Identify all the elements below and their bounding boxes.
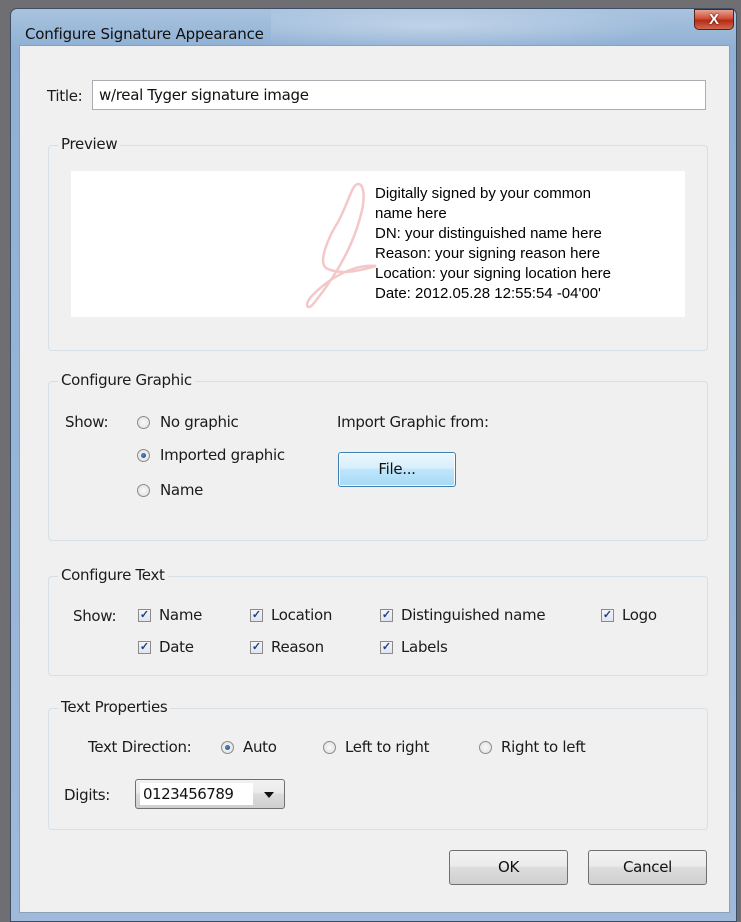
digits-value: 0123456789	[140, 783, 253, 805]
text-show-label: Show:	[73, 607, 117, 625]
no-graphic-label[interactable]: No graphic	[160, 413, 239, 431]
cancel-button[interactable]: Cancel	[588, 850, 707, 885]
acrobat-watermark-icon	[305, 182, 377, 309]
direction-ltr-radio[interactable]	[323, 741, 336, 754]
preview-line: Reason: your signing reason here	[375, 245, 601, 262]
preview-line: name here	[375, 205, 447, 222]
name-checkbox-label[interactable]: Name	[159, 606, 202, 624]
text-properties-group	[48, 708, 708, 830]
reason-checkbox-label[interactable]: Reason	[271, 638, 324, 656]
import-graphic-label: Import Graphic from:	[337, 413, 489, 431]
text-properties-label: Text Properties	[58, 698, 171, 716]
logo-checkbox[interactable]: ✓	[601, 609, 614, 622]
date-checkbox-label[interactable]: Date	[159, 638, 194, 656]
file-button[interactable]: File...	[338, 452, 456, 487]
direction-rtl-radio[interactable]	[479, 741, 492, 754]
name-checkbox[interactable]: ✓	[138, 609, 151, 622]
name-graphic-label[interactable]: Name	[160, 481, 203, 499]
title-label: Title:	[47, 87, 83, 105]
no-graphic-radio[interactable]	[137, 416, 150, 429]
preview-line: Digitally signed by your common	[375, 185, 591, 202]
preview-group-label: Preview	[58, 135, 121, 153]
graphic-show-label: Show:	[65, 413, 109, 431]
close-icon: X	[708, 11, 719, 28]
direction-ltr-label[interactable]: Left to right	[345, 738, 429, 756]
distinguished-name-checkbox-label[interactable]: Distinguished name	[401, 606, 546, 624]
close-button[interactable]: X	[694, 9, 734, 30]
date-checkbox[interactable]: ✓	[138, 641, 151, 654]
window-title: Configure Signature Appearance	[25, 25, 264, 43]
direction-auto-label[interactable]: Auto	[243, 738, 277, 756]
direction-auto-radio[interactable]	[221, 741, 234, 754]
digits-label: Digits:	[64, 786, 111, 804]
labels-checkbox-label[interactable]: Labels	[401, 638, 448, 656]
imported-graphic-radio[interactable]	[137, 449, 150, 462]
configure-graphic-label: Configure Graphic	[58, 371, 195, 389]
labels-checkbox[interactable]: ✓	[380, 641, 393, 654]
text-direction-label: Text Direction:	[88, 738, 192, 756]
preview-line: Location: your signing location here	[375, 265, 611, 282]
digits-dropdown[interactable]: 0123456789	[135, 779, 285, 809]
title-input[interactable]: w/real Tyger signature image	[92, 80, 706, 110]
imported-graphic-label[interactable]: Imported graphic	[160, 446, 285, 464]
direction-rtl-label[interactable]: Right to left	[501, 738, 586, 756]
configure-text-group	[48, 576, 708, 676]
location-checkbox-label[interactable]: Location	[271, 606, 332, 624]
distinguished-name-checkbox[interactable]: ✓	[380, 609, 393, 622]
logo-checkbox-label[interactable]: Logo	[622, 606, 657, 624]
preview-line: Date: 2012.05.28 12:55:54 -04'00'	[375, 285, 601, 302]
configure-text-label: Configure Text	[58, 566, 168, 584]
name-graphic-radio[interactable]	[137, 484, 150, 497]
ok-button[interactable]: OK	[449, 850, 568, 885]
reason-checkbox[interactable]: ✓	[250, 641, 263, 654]
chevron-down-icon	[264, 792, 274, 798]
preview-line: DN: your distinguished name here	[375, 225, 602, 242]
location-checkbox[interactable]: ✓	[250, 609, 263, 622]
preview-text: Digitally signed by your common name her…	[375, 184, 611, 304]
